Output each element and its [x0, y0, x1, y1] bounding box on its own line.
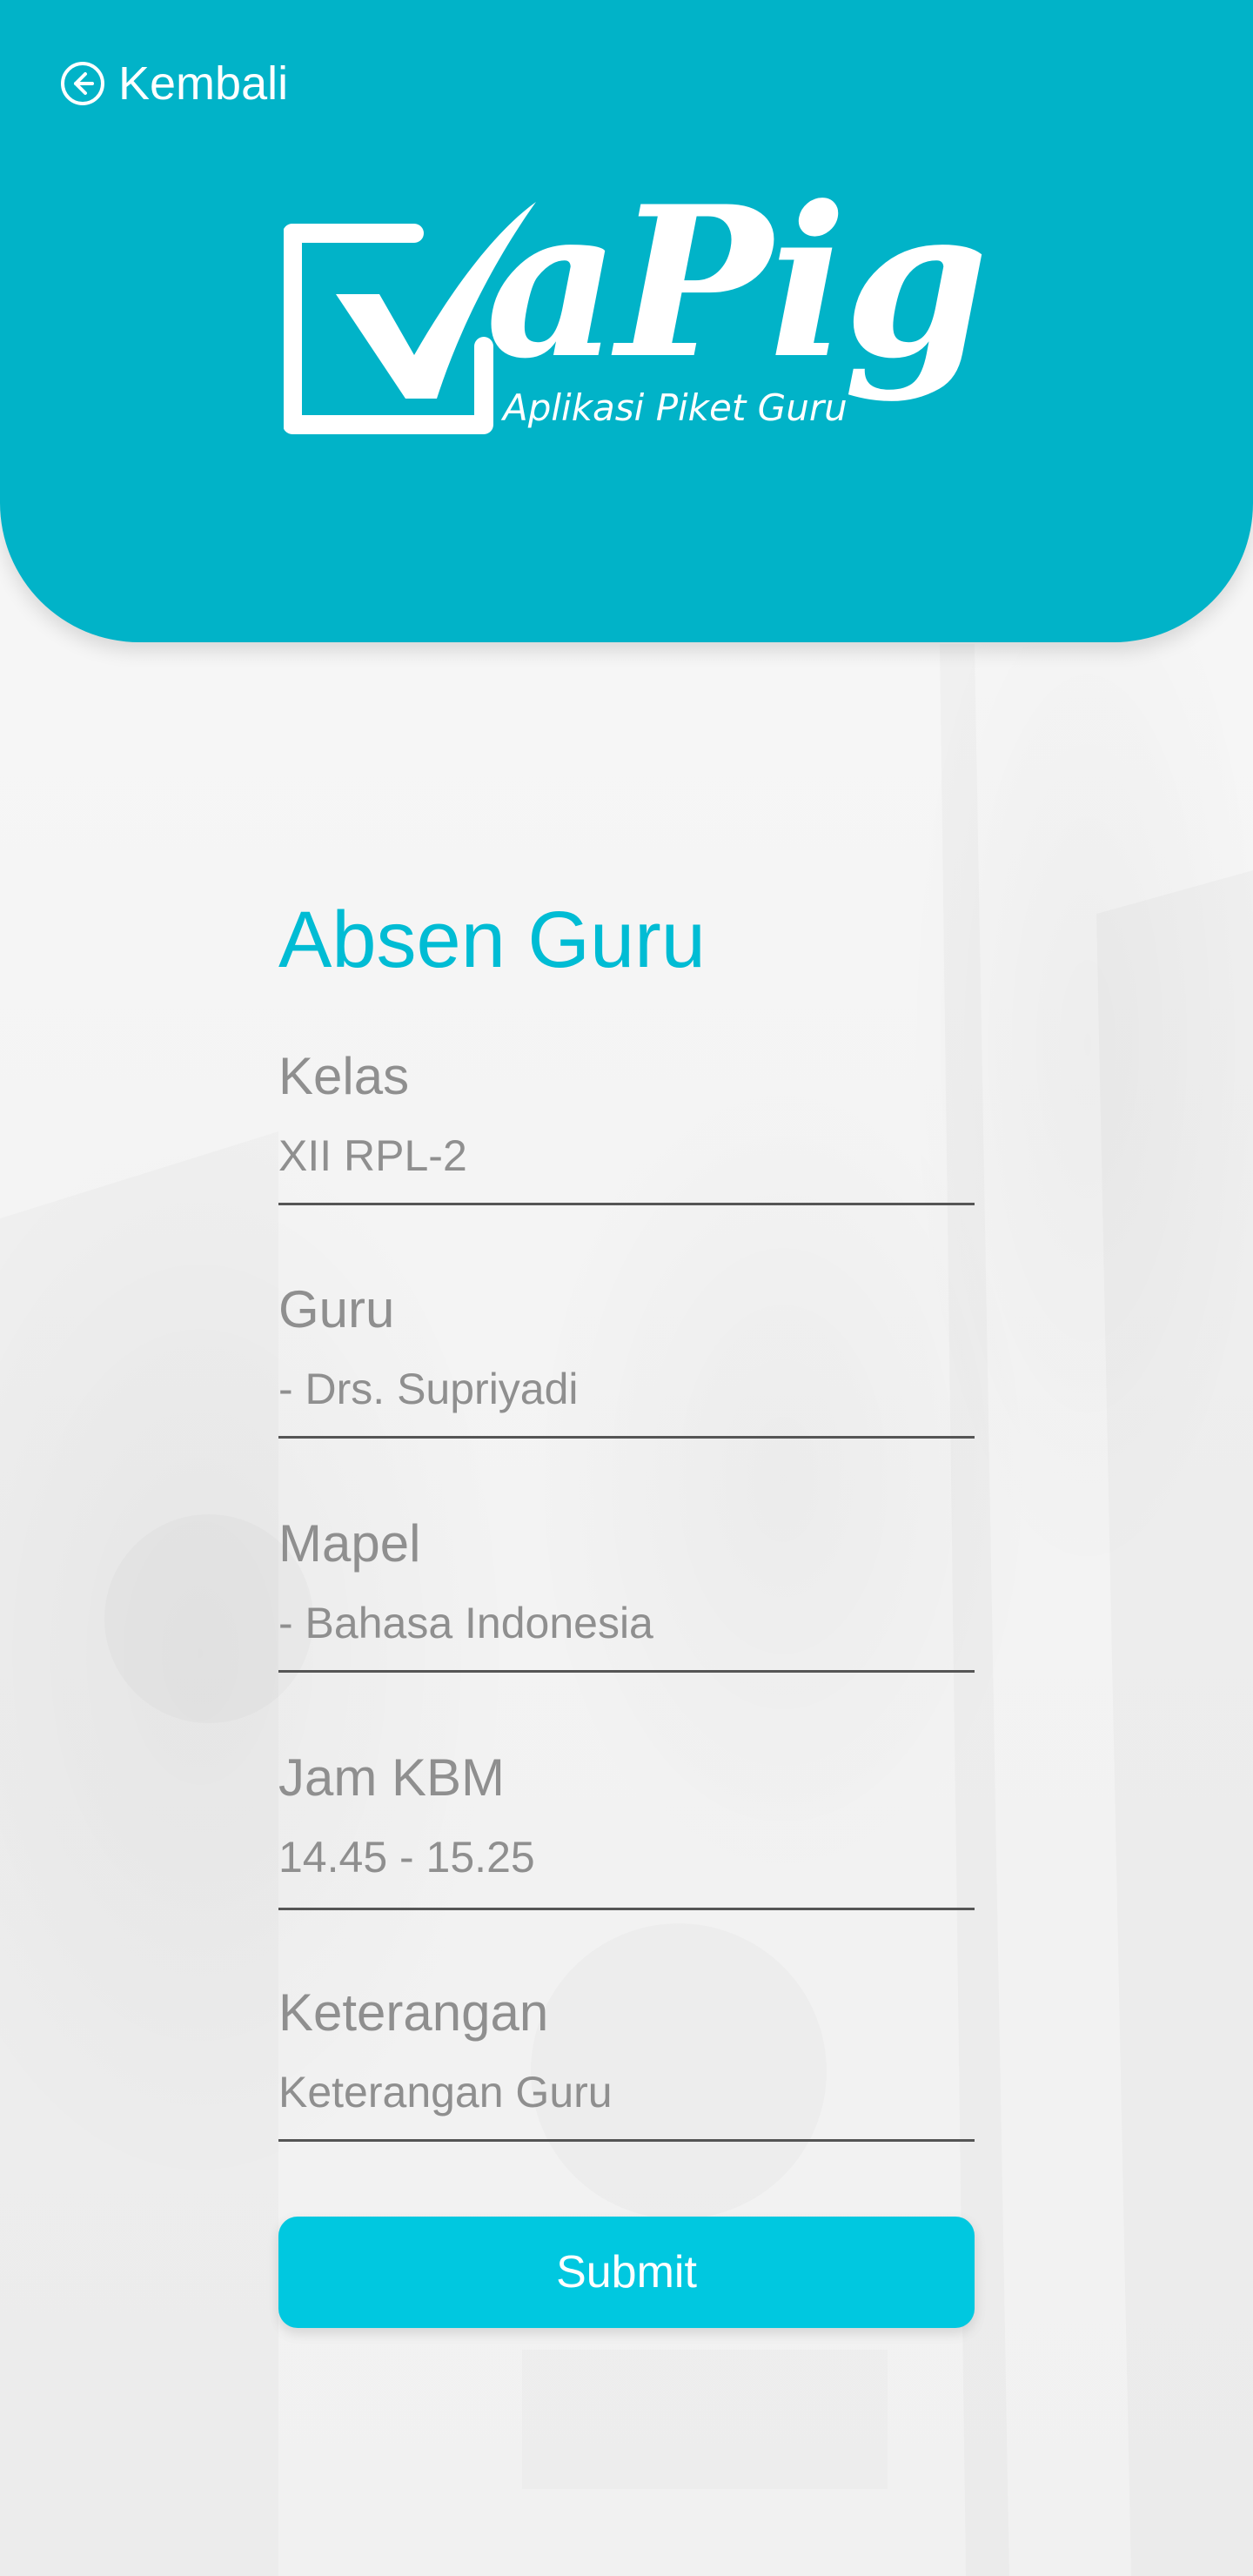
- logo-tagline: Aplikasi Piket Guru: [503, 386, 848, 429]
- kelas-value[interactable]: XII RPL-2: [278, 1130, 975, 1203]
- kelas-field[interactable]: Kelas XII RPL-2: [278, 1046, 975, 1205]
- keterangan-label: Keterangan: [278, 1983, 549, 2042]
- page-title: Absen Guru: [278, 896, 706, 984]
- jam-kbm-field[interactable]: Jam KBM 14.45 - 15.25: [278, 1748, 975, 1910]
- app-header: Kembali aPig Aplikasi Piket Guru: [0, 0, 1253, 642]
- mapel-field[interactable]: Mapel - Bahasa Indonesia: [278, 1513, 975, 1673]
- guru-field[interactable]: Guru - Drs. Supriyadi: [278, 1279, 975, 1439]
- attendance-form: Absen Guru Kelas XII RPL-2 Guru - Drs. S…: [278, 879, 975, 2328]
- kelas-label: Kelas: [278, 1047, 410, 1105]
- submit-button[interactable]: Submit: [278, 2217, 975, 2328]
- keterangan-input[interactable]: Keterangan Guru: [278, 2066, 975, 2139]
- logo-wordmark: aPig: [486, 162, 988, 405]
- apig-logo: aPig Aplikasi Piket Guru: [284, 171, 988, 460]
- mapel-select[interactable]: - Bahasa Indonesia: [278, 1597, 975, 1670]
- jam-kbm-value[interactable]: 14.45 - 15.25: [278, 1831, 975, 1908]
- mapel-label: Mapel: [278, 1514, 421, 1573]
- guru-select[interactable]: - Drs. Supriyadi: [278, 1363, 975, 1436]
- arrow-left-circle-icon: [61, 62, 104, 105]
- jam-kbm-label: Jam KBM: [278, 1748, 506, 1807]
- keterangan-field[interactable]: Keterangan Keterangan Guru: [278, 1982, 975, 2142]
- guru-label: Guru: [278, 1280, 395, 1338]
- back-label: Kembali: [118, 57, 289, 110]
- back-button[interactable]: Kembali: [59, 56, 288, 111]
